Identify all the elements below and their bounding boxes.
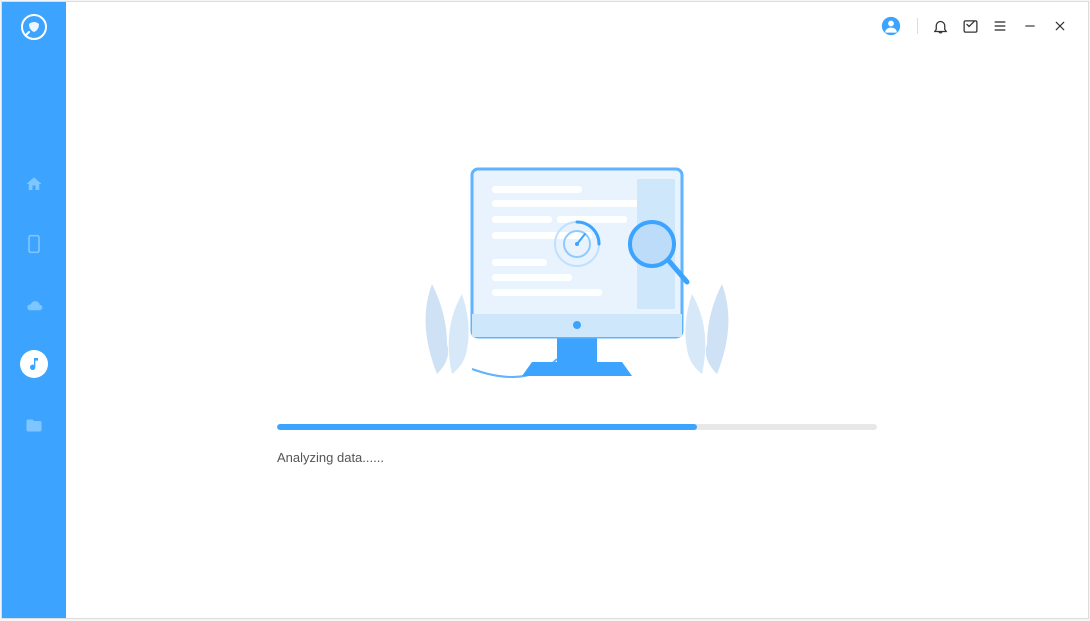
app-window: Analyzing data......: [1, 1, 1089, 619]
titlebar: [66, 2, 1088, 50]
menu-icon[interactable]: [990, 16, 1010, 36]
titlebar-divider: [917, 18, 918, 34]
sidebar-item-home[interactable]: [20, 170, 48, 198]
analyzing-illustration: [377, 144, 777, 394]
content: Analyzing data......: [66, 50, 1088, 618]
progress-bar: [277, 424, 877, 430]
progress-fill: [277, 424, 697, 430]
minimize-icon[interactable]: [1020, 16, 1040, 36]
sidebar-item-folder[interactable]: [20, 410, 48, 438]
sidebar: [2, 2, 66, 618]
sidebar-item-phone[interactable]: [20, 230, 48, 258]
account-icon[interactable]: [881, 16, 901, 36]
sidebar-item-cloud[interactable]: [20, 290, 48, 318]
progress-status-label: Analyzing data......: [277, 450, 877, 465]
progress-container: Analyzing data......: [277, 424, 877, 465]
feedback-icon[interactable]: [960, 16, 980, 36]
app-logo-icon: [21, 14, 47, 40]
main-area: Analyzing data......: [66, 2, 1088, 618]
bell-icon[interactable]: [930, 16, 950, 36]
sidebar-item-music[interactable]: [20, 350, 48, 378]
close-icon[interactable]: [1050, 16, 1070, 36]
